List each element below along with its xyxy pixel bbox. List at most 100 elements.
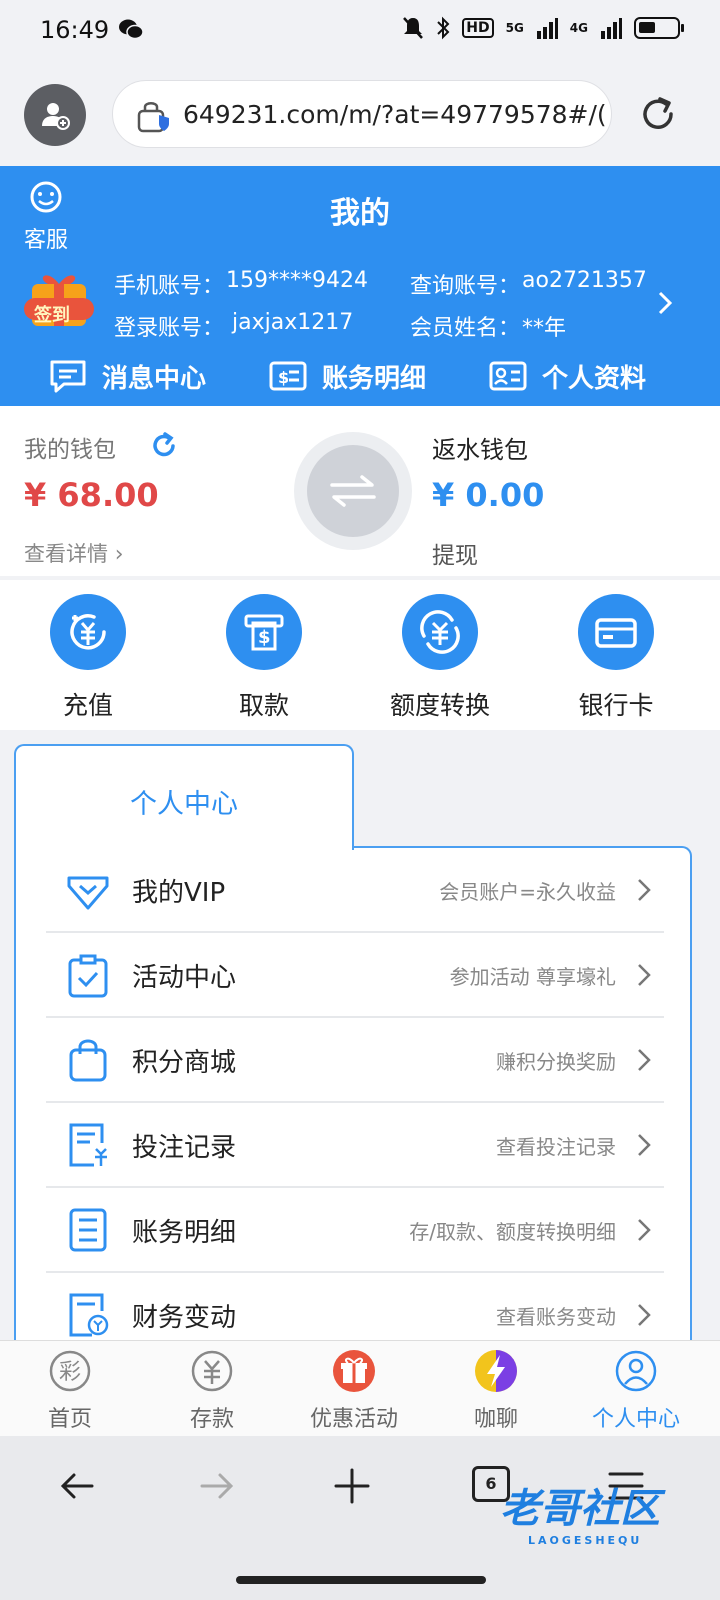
phone-value: 159****9424	[226, 268, 368, 293]
status-time: 16:49	[40, 16, 110, 44]
recharge-button[interactable]: 充值	[18, 594, 158, 722]
watermark-text: 老哥社区	[500, 1486, 660, 1532]
tab-join	[16, 844, 352, 850]
menu-row-activity[interactable]: 活动中心 参加活动 尊享壕礼	[46, 933, 664, 1018]
chevron-right-icon	[638, 879, 651, 901]
battery-icon	[634, 17, 684, 39]
network-4g: 4G	[569, 21, 588, 35]
menu-row-title: 账务明细	[132, 1218, 237, 1248]
menu-row-vip[interactable]: 我的VIP 会员账户=永久收益	[46, 848, 664, 933]
bank-card-icon	[595, 618, 637, 648]
chevron-right-icon	[638, 1049, 651, 1071]
forward-arrow-icon[interactable]	[196, 1466, 236, 1506]
menu-row-title: 活动中心	[132, 963, 237, 993]
menu-row-title: 我的VIP	[132, 878, 226, 908]
bank-card-button[interactable]: 银行卡	[546, 594, 686, 722]
back-arrow-icon[interactable]	[58, 1466, 98, 1506]
mute-bell-icon	[403, 17, 424, 39]
home-indicator	[236, 1576, 486, 1584]
chevron-right-icon	[638, 1134, 651, 1156]
my-wallet-label: 我的钱包	[24, 437, 116, 463]
user-add-icon	[42, 103, 70, 130]
menu-row-points-mall[interactable]: 积分商城 赚积分换奖励	[46, 1018, 664, 1103]
personal-center-menu: 我的VIP 会员账户=永久收益 活动中心 参加活动 尊享壕礼 积分商城 赚积分换…	[14, 846, 692, 1346]
menu-row-bet-records[interactable]: 投注记录 查看投注记录	[46, 1103, 664, 1188]
account-details-link[interactable]: $ 账务明细	[268, 354, 426, 398]
id-card-icon	[489, 361, 527, 391]
nav-deposit-label: 存款	[189, 1407, 234, 1432]
nav-chat[interactable]: 咖聊	[426, 1349, 566, 1433]
signin-badge[interactable]: 签到	[22, 262, 96, 336]
chevron-right-icon	[638, 964, 651, 986]
menu-row-subtitle: 查看投注记录	[496, 1135, 616, 1159]
menu-row-title: 投注记录	[132, 1133, 237, 1163]
nav-home[interactable]: 彩 首页	[0, 1349, 140, 1433]
transfer-button[interactable]	[294, 432, 412, 550]
chevron-right-icon[interactable]	[656, 290, 674, 316]
gift-icon	[333, 1350, 375, 1392]
login-label: 登录账号：	[114, 316, 225, 341]
lottery-home-icon: 彩	[49, 1350, 91, 1392]
message-center-link[interactable]: 消息中心	[48, 354, 206, 398]
url-text: 649231.com/m/?at=49779578#/(	[183, 100, 607, 129]
wallet-card: 我的钱包 ¥ 68.00 查看详情 › 返水钱包 ¥ 0.00 提现	[0, 406, 720, 576]
page-title: 我的	[330, 196, 390, 231]
menu-row-title: 财务变动	[132, 1303, 237, 1333]
watermark-sub: LAOGESHEQU	[528, 1534, 643, 1547]
bluetooth-icon	[437, 16, 450, 40]
nav-promotions[interactable]: 优惠活动	[284, 1349, 424, 1433]
withdraw-button[interactable]: $ 取款	[194, 594, 334, 722]
tab-personal-center-label: 个人中心	[130, 789, 238, 820]
menu-row-ledger[interactable]: 账务明细 存/取款、额度转换明细	[46, 1188, 664, 1273]
profile-header: 客服 我的 签到 手机账号： 159****9424 查询账号： ao27213…	[0, 166, 720, 406]
account-details-label: 账务明细	[322, 363, 427, 394]
quota-transfer-button[interactable]: 额度转换	[370, 594, 510, 722]
withdraw-link[interactable]: 提现	[432, 536, 478, 570]
lightning-chat-icon	[475, 1350, 517, 1392]
browser-profile-button[interactable]	[24, 84, 86, 146]
svg-text:彩: 彩	[59, 1360, 81, 1385]
bet-record-icon	[69, 1123, 107, 1167]
menu-row-subtitle: 赚积分换奖励	[496, 1050, 616, 1074]
nav-personal-center-label: 个人中心	[591, 1407, 680, 1432]
refresh-icon[interactable]	[150, 432, 178, 460]
recharge-yen-icon	[70, 614, 106, 650]
phone-label: 手机账号：	[114, 274, 225, 299]
chevron-right-icon	[638, 1304, 651, 1326]
member-label: 会员姓名：	[410, 316, 521, 341]
profile-info-link[interactable]: 个人资料	[488, 354, 646, 398]
shopping-bag-icon	[69, 1039, 107, 1082]
action-grid: 充值 $ 取款 额度转换 银行卡	[0, 580, 720, 730]
view-detail-label: 查看详情	[24, 542, 108, 566]
url-field[interactable]: 649231.com/m/?at=49779578#/(	[112, 80, 612, 148]
svg-text:$: $	[258, 627, 271, 648]
menu-row-subtitle: 参加活动 尊享壕礼	[449, 965, 616, 989]
ledger-icon	[69, 1208, 107, 1252]
nav-personal-center[interactable]: 个人中心	[566, 1349, 706, 1433]
status-bar: 16:49 HD 5G 4G	[0, 0, 720, 62]
login-value: jaxjax1217	[232, 310, 354, 335]
signin-label: 签到	[34, 305, 70, 326]
recharge-label: 充值	[62, 691, 113, 720]
withdraw-label: 取款	[238, 691, 289, 720]
svg-text:$: $	[278, 368, 289, 387]
member-value: **年	[522, 316, 567, 341]
exchange-yen-icon	[420, 610, 460, 654]
reload-icon[interactable]	[638, 94, 678, 134]
bank-card-label: 银行卡	[578, 691, 654, 720]
vip-diamond-icon	[67, 876, 109, 910]
wechat-icon	[119, 19, 144, 40]
activity-clipboard-icon	[68, 954, 108, 998]
plus-icon[interactable]	[332, 1466, 372, 1506]
my-wallet-amount: ¥ 68.00	[24, 476, 159, 514]
menu-row-subtitle: 查看账务变动	[496, 1305, 616, 1329]
view-detail-link[interactable]: 查看详情 ›	[24, 538, 124, 568]
tab-personal-center[interactable]: 个人中心	[14, 744, 354, 850]
menu-row-title: 积分商城	[132, 1048, 237, 1078]
atm-icon: $	[244, 614, 284, 651]
nav-promotions-label: 优惠活动	[309, 1407, 398, 1432]
nav-deposit[interactable]: 存款	[142, 1349, 282, 1433]
browser-toolbar: 649231.com/m/?at=49779578#/(	[0, 62, 720, 166]
user-icon	[615, 1350, 657, 1392]
deposit-yen-icon	[191, 1350, 233, 1392]
